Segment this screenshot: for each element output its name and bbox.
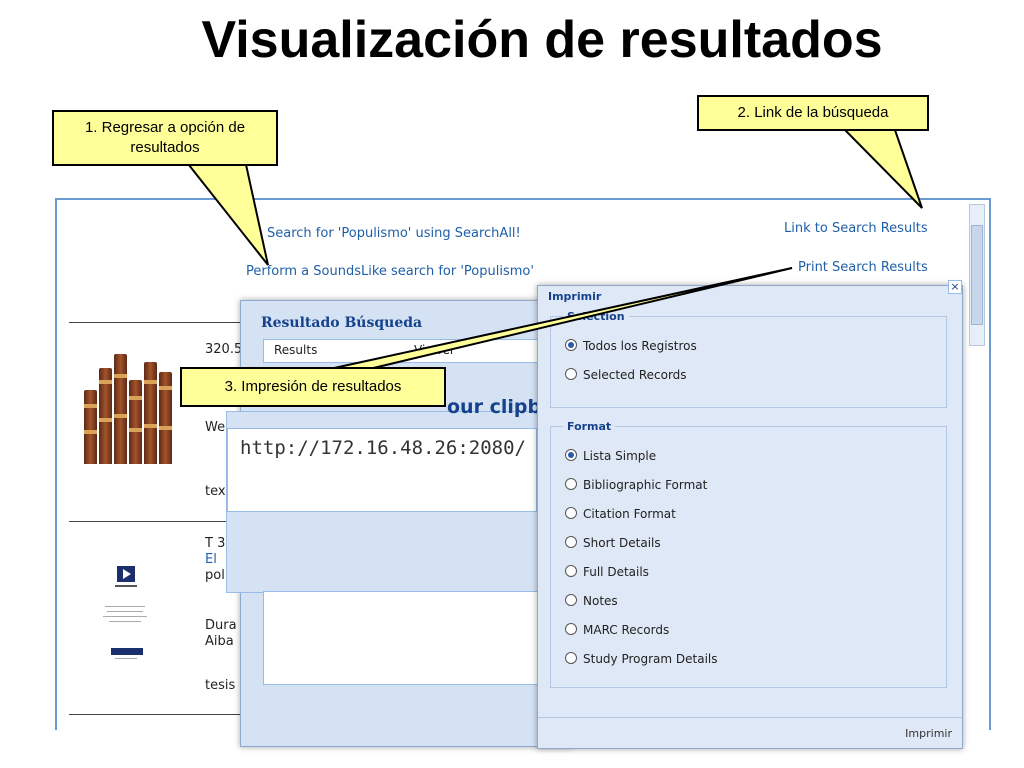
radio-selected-icon[interactable] [565, 339, 577, 351]
callout-2-pointer [842, 129, 923, 209]
tab-results[interactable]: Results [274, 343, 317, 357]
clipboard-dialog: http://172.16.48.26:2080/ [226, 411, 538, 593]
thesis-cover-image [97, 560, 157, 672]
print-window-title: Imprimir [548, 290, 602, 303]
record-author: Aiba [205, 634, 234, 649]
record-type: tesis [205, 678, 236, 693]
record-text: pol [205, 568, 225, 583]
callout-3: 3. Impresión de resultados [180, 367, 446, 407]
call-number: 320.5 [205, 342, 243, 357]
print-button[interactable]: Imprimir [905, 727, 952, 740]
radio-lista-simple[interactable]: Lista Simple [565, 449, 656, 463]
format-legend: Format [563, 420, 616, 433]
callout-2: 2. Link de la búsqueda [697, 95, 929, 131]
radio-citation-format[interactable]: Citation Format [565, 507, 676, 521]
clipboard-dialog-title: our clipb [447, 396, 542, 418]
print-window-footer: Imprimir [538, 717, 962, 748]
radio-icon[interactable] [565, 536, 577, 548]
link-to-search-results[interactable]: Link to Search Results [784, 221, 928, 236]
radio-marc-records[interactable]: MARC Records [565, 623, 669, 637]
url-textbox[interactable]: http://172.16.48.26:2080/ [227, 428, 537, 512]
radio-todos-los-registros[interactable]: Todos los Registros [565, 339, 697, 353]
print-window[interactable]: Imprimir × Selection Todos los Registros… [537, 280, 963, 749]
radio-selected-icon[interactable] [565, 449, 577, 461]
result-window-title: Resultado Búsqueda [261, 315, 423, 331]
searchall-link[interactable]: Search for 'Populismo' using SearchAll! [267, 226, 521, 241]
radio-short-details[interactable]: Short Details [565, 536, 661, 550]
viewer-panel [263, 591, 565, 685]
radio-study-program-details[interactable]: Study Program Details [565, 652, 718, 666]
call-number: T 3 [205, 536, 226, 551]
record-type: tex [205, 484, 226, 499]
result-window-tabs: Results Viewer [263, 339, 565, 363]
search-url[interactable]: http://172.16.48.26:2080/ [240, 437, 526, 459]
close-icon[interactable]: × [948, 280, 962, 294]
radio-notes[interactable]: Notes [565, 594, 618, 608]
radio-icon[interactable] [565, 507, 577, 519]
divider [69, 521, 249, 522]
radio-bibliographic-format[interactable]: Bibliographic Format [565, 478, 707, 492]
scrollbar[interactable] [969, 204, 985, 346]
selection-fieldset: Selection Todos los Registros Selected R… [550, 310, 947, 408]
soundslike-link[interactable]: Perform a SoundsLike search for 'Populis… [246, 264, 534, 279]
radio-icon[interactable] [565, 478, 577, 490]
divider [69, 322, 249, 323]
callout-1: 1. Regresar a opción de resultados [52, 110, 278, 166]
radio-icon[interactable] [565, 623, 577, 635]
divider [69, 714, 249, 715]
radio-full-details[interactable]: Full Details [565, 565, 649, 579]
radio-icon[interactable] [565, 652, 577, 664]
record-title-link[interactable]: El [205, 552, 217, 567]
radio-icon[interactable] [565, 368, 577, 380]
tab-viewer[interactable]: Viewer [414, 343, 455, 357]
radio-selected-records[interactable]: Selected Records [565, 368, 687, 382]
radio-icon[interactable] [565, 565, 577, 577]
searchall-icon[interactable] [245, 222, 259, 236]
selection-legend: Selection [563, 310, 629, 323]
book-cover-image [84, 346, 172, 464]
radio-icon[interactable] [565, 594, 577, 606]
format-fieldset: Format Lista Simple Bibliographic Format… [550, 420, 947, 688]
record-author: Dura [205, 618, 237, 633]
scroll-thumb[interactable] [971, 225, 983, 325]
print-search-results-link[interactable]: Print Search Results [798, 260, 928, 275]
record-text: We [205, 420, 226, 435]
slide-title: Visualización de resultados [201, 11, 883, 69]
